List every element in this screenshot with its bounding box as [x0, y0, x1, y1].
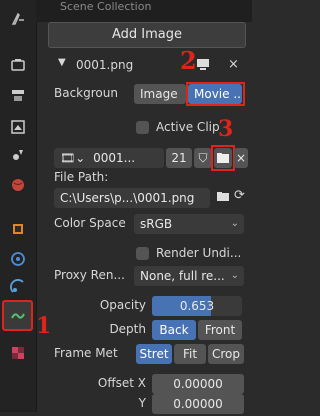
scene-collection-label: Scene Collection: [60, 0, 152, 13]
offset-y-label: Y: [138, 396, 146, 410]
offset-y-row: Y 0.00000: [48, 392, 248, 416]
file-path-row: C:\Users\p...\0001.png ⟳: [48, 186, 248, 210]
frame-method-label: Frame Met: [54, 346, 118, 360]
physics-tab-icon[interactable]: [3, 244, 33, 274]
opacity-row: Opacity 0.653: [48, 294, 248, 318]
view-layer-tab-icon[interactable]: [3, 112, 33, 142]
file-path-input[interactable]: C:\Users\p...\0001.png: [54, 188, 210, 208]
proxy-render-dropdown[interactable]: None, full re... ⌄: [134, 266, 244, 286]
render-tab-icon[interactable]: [3, 50, 33, 80]
image-datablock-name: 0001...: [93, 151, 136, 165]
fake-user-shield-icon[interactable]: ⛉: [194, 148, 212, 168]
depth-label: Depth: [109, 322, 146, 336]
image-browse-icon: 🎞⌄: [60, 151, 86, 165]
remove-image-close-icon[interactable]: ×: [228, 57, 239, 72]
annotation-3: 3: [218, 116, 234, 142]
render-undistorted-label: Render Undi...: [156, 246, 242, 260]
depth-back-button[interactable]: Back: [152, 320, 196, 340]
properties-tab-bar: [0, 0, 37, 412]
add-image-label: Add Image: [111, 27, 182, 42]
render-undistorted-checkbox[interactable]: [136, 247, 149, 260]
tool-tab-icon[interactable]: [3, 4, 33, 34]
image-source-button[interactable]: Image: [134, 84, 186, 104]
proxy-render-row: Proxy Ren... None, full re... ⌄: [48, 264, 248, 288]
unlink-close-icon[interactable]: ×: [234, 148, 248, 168]
proxy-render-value: None, full re...: [140, 269, 225, 283]
offset-x-field[interactable]: 0.00000: [152, 374, 244, 394]
expand-chevron-icon[interactable]: ▼: [58, 57, 66, 68]
file-path-label: File Path:: [54, 170, 109, 184]
image-entry-row[interactable]: ▼ 0001.png ×: [48, 54, 248, 78]
chevron-down-icon: ⌄: [230, 218, 239, 229]
frame-stretch-button[interactable]: Stret: [136, 344, 172, 364]
color-space-value: sRGB: [140, 217, 173, 231]
render-undistorted-row: Render Undi...: [48, 242, 248, 266]
reload-icon[interactable]: ⟳: [234, 188, 245, 203]
chevron-down-icon: ⌄: [230, 270, 239, 281]
active-clip-checkbox[interactable]: [136, 121, 149, 134]
offset-x-label: Offset X: [97, 376, 146, 390]
annotation-2: 2: [180, 46, 197, 75]
texture-tab-icon[interactable]: [3, 338, 33, 368]
image-entry-name: 0001.png: [76, 58, 134, 72]
opacity-slider[interactable]: 0.653: [152, 296, 242, 316]
object-tab-icon[interactable]: [3, 214, 33, 244]
opacity-label: Opacity: [99, 298, 146, 312]
frame-fit-button[interactable]: Fit: [174, 344, 206, 364]
file-browse-folder-icon[interactable]: [216, 189, 230, 206]
background-source-row: Backgroun Image Movie ...: [48, 82, 248, 106]
depth-front-button[interactable]: Front: [198, 320, 242, 340]
add-image-button[interactable]: Add Image: [48, 22, 246, 48]
image-browse-field[interactable]: 🎞⌄ 0001...: [54, 148, 164, 168]
file-path-label-row: File Path:: [48, 168, 248, 186]
constraints-tab-icon[interactable]: [3, 272, 33, 302]
top-strip: Scene Collection: [36, 0, 252, 22]
world-tab-icon[interactable]: [3, 170, 33, 200]
camera-tab-highlight: [2, 300, 33, 331]
scene-tab-icon[interactable]: [3, 140, 33, 170]
image-datablock-row: 🎞⌄ 0001... 21 ⛉ ×: [48, 145, 248, 171]
opacity-value: 0.653: [179, 299, 215, 313]
proxy-render-label: Proxy Ren...: [54, 268, 125, 282]
depth-row: Depth Back Front: [48, 318, 248, 342]
output-tab-icon[interactable]: [3, 80, 33, 110]
color-space-label: Color Space: [54, 216, 126, 230]
color-space-row: Color Space sRGB ⌄: [48, 212, 248, 236]
offset-y-field[interactable]: 0.00000: [152, 394, 244, 414]
background-label: Backgroun: [54, 86, 118, 100]
active-clip-label: Active Clip: [156, 120, 220, 134]
display-monitor-icon[interactable]: [196, 57, 210, 74]
user-count-badge[interactable]: 21: [166, 148, 192, 168]
frame-crop-button[interactable]: Crop: [208, 344, 244, 364]
movie-clip-highlight: [186, 82, 245, 106]
color-space-dropdown[interactable]: sRGB ⌄: [134, 214, 244, 234]
frame-method-row: Frame Met Stret Fit Crop: [48, 342, 248, 366]
